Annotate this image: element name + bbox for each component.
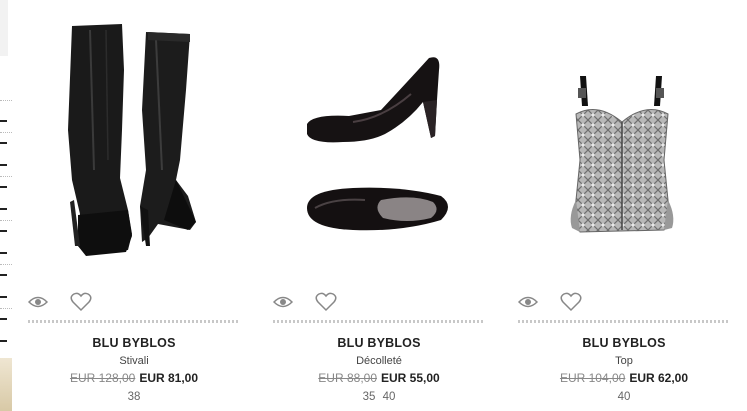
- divider: [0, 308, 12, 309]
- sale-price: EUR 62,00: [629, 371, 689, 385]
- sidebar-tick: [0, 164, 7, 166]
- sidebar-edge: [0, 0, 14, 411]
- sidebar-tick: [0, 142, 7, 144]
- sidebar-tick: [0, 186, 7, 188]
- sidebar-tick: [0, 208, 7, 210]
- product-brand[interactable]: BLU BYBLOS: [28, 336, 240, 350]
- product-card[interactable]: BLU BYBLOS Top EUR 104,00 EUR 62,00 40: [518, 0, 730, 411]
- sale-price: EUR 81,00: [139, 371, 199, 385]
- product-sizes: 35 40: [362, 391, 396, 403]
- eye-icon[interactable]: [518, 295, 538, 309]
- product-actions: [273, 292, 485, 312]
- sidebar-tick: [0, 318, 7, 320]
- divider: [0, 176, 12, 177]
- heart-icon[interactable]: [70, 292, 92, 312]
- sidebar-tick: [0, 296, 7, 298]
- heart-icon[interactable]: [315, 292, 337, 312]
- product-image[interactable]: [28, 10, 240, 265]
- sidebar-thumbnail: [0, 358, 12, 411]
- product-price: EUR 128,00 EUR 81,00: [28, 371, 240, 385]
- sale-price: EUR 55,00: [381, 371, 440, 385]
- product-brand[interactable]: BLU BYBLOS: [518, 336, 730, 350]
- product-sizes: 40: [617, 391, 631, 403]
- product-price: EUR 104,00 EUR 62,00: [518, 371, 730, 385]
- product-category: Top: [615, 355, 633, 367]
- old-price: EUR 88,00: [318, 371, 377, 385]
- divider: [0, 132, 12, 133]
- product-actions: [28, 292, 240, 312]
- product-card[interactable]: BLU BYBLOS Décolleté EUR 88,00 EUR 55,00 …: [273, 0, 485, 411]
- divider: [273, 320, 485, 323]
- sidebar-tick: [0, 120, 7, 122]
- product-sizes: 38: [127, 391, 141, 403]
- product-card[interactable]: BLU BYBLOS Stivali EUR 128,00 EUR 81,00 3…: [28, 0, 240, 411]
- sidebar-tick: [0, 340, 7, 342]
- sidebar-tick: [0, 274, 7, 276]
- sidebar-tick: [0, 230, 7, 232]
- product-category: Stivali: [119, 355, 149, 367]
- old-price: EUR 128,00: [69, 371, 136, 385]
- sidebar-top-panel: [0, 0, 8, 56]
- divider: [0, 220, 12, 221]
- product-image[interactable]: [273, 10, 485, 265]
- heart-icon[interactable]: [560, 292, 582, 312]
- product-brand[interactable]: BLU BYBLOS: [273, 336, 485, 350]
- old-price: EUR 104,00: [559, 371, 626, 385]
- product-actions: [518, 292, 730, 312]
- product-image[interactable]: [518, 10, 730, 265]
- eye-icon[interactable]: [273, 295, 293, 309]
- product-price: EUR 88,00 EUR 55,00: [273, 371, 485, 385]
- sidebar-tick: [0, 252, 7, 254]
- product-category: Décolleté: [356, 355, 402, 367]
- divider: [518, 320, 730, 323]
- eye-icon[interactable]: [28, 295, 48, 309]
- divider: [0, 264, 12, 265]
- divider: [28, 320, 240, 323]
- divider: [0, 100, 12, 101]
